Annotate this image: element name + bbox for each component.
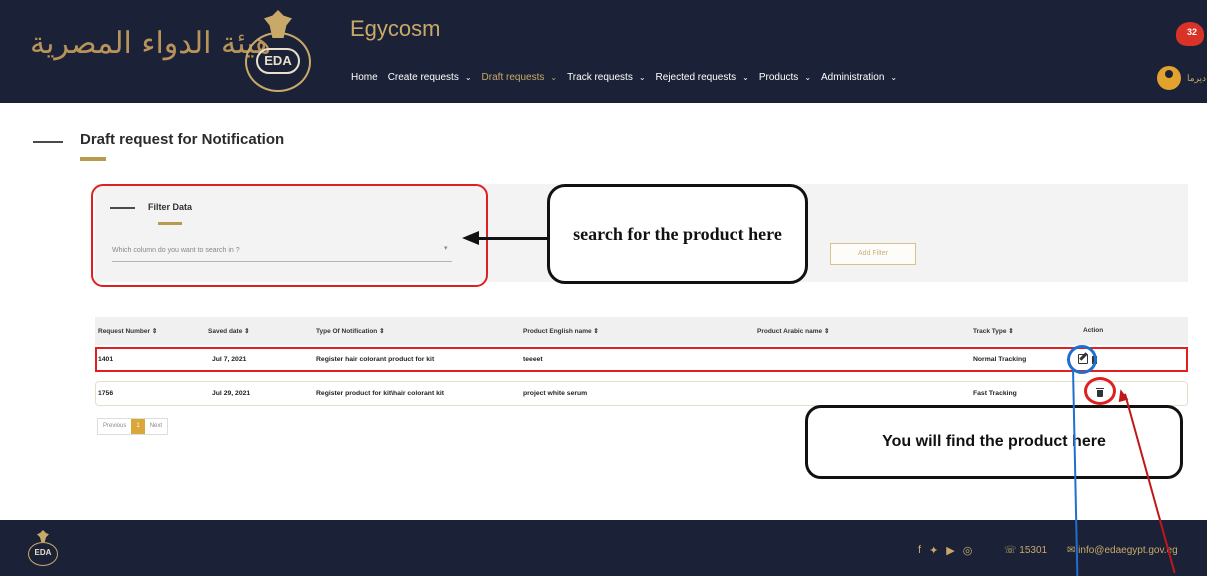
twitter-icon[interactable]: ✦	[929, 544, 938, 557]
nav-track-requests[interactable]: Track requests ⌄	[567, 72, 645, 83]
nav-rejected-requests-label: Rejected requests	[655, 72, 737, 83]
column-product-english-name[interactable]: Product English name ⇕	[523, 327, 599, 335]
cell-saved-date: Jul 29, 2021	[212, 390, 251, 397]
cell-track-type: Normal Tracking	[973, 356, 1027, 363]
nav-home-label: Home	[351, 72, 378, 83]
search-callout: search for the product here	[547, 184, 808, 284]
chevron-down-icon: ⌄	[638, 73, 646, 82]
next-page-button[interactable]: Next	[145, 419, 167, 434]
footer-phone[interactable]: ☏ 15301	[1004, 545, 1047, 556]
nav-home[interactable]: Home	[351, 72, 378, 83]
table-header	[95, 317, 1188, 345]
cell-track-type: Fast Tracking	[973, 390, 1017, 397]
column-saved-date[interactable]: Saved date ⇕	[208, 327, 250, 335]
chevron-down-icon: ⌄	[742, 73, 749, 82]
column-request-number[interactable]: Request Number ⇕	[98, 327, 157, 335]
instagram-icon[interactable]: ◎	[963, 544, 973, 557]
nav-products[interactable]: Products ⌄	[759, 72, 811, 83]
notification-count-badge[interactable]: 32	[1183, 24, 1201, 40]
find-callout: You will find the product here	[805, 405, 1183, 479]
cell-product-english-name: project white serum	[523, 390, 588, 397]
eda-arabic-logo[interactable]: هيئة الدواء المصرية	[30, 26, 271, 61]
chevron-down-icon: ⌄	[464, 73, 472, 82]
nav-administration-label: Administration	[821, 72, 885, 83]
cell-request-number: 1401	[98, 356, 114, 363]
app-title: Egycosm	[350, 16, 441, 41]
footer-logo-text: EDA	[28, 542, 58, 566]
main-nav: Home Create requests ⌄ Draft requests ⌄ Tr…	[351, 72, 897, 83]
user-avatar-icon[interactable]	[1157, 66, 1181, 90]
eda-emblem-logo[interactable]: EDA	[240, 10, 315, 95]
nav-draft-requests-label: Draft requests	[481, 72, 545, 83]
nav-draft-requests[interactable]: Draft requests ⌄	[482, 72, 558, 83]
column-product-arabic-name[interactable]: Product Arabic name ⇕	[757, 327, 829, 335]
nav-administration[interactable]: Administration ⌄	[821, 72, 897, 83]
title-accent-bar	[80, 157, 106, 161]
chevron-down-icon: ⌄	[890, 73, 898, 82]
cell-saved-date: Jul 7, 2021	[212, 356, 247, 363]
callout-arrow-shaft	[478, 237, 548, 240]
column-action: Action	[1083, 327, 1104, 334]
eagle-icon	[37, 530, 49, 542]
facebook-icon[interactable]: f	[918, 544, 921, 557]
add-filter-button[interactable]: Add Filter	[830, 243, 916, 265]
nav-track-requests-label: Track requests	[567, 72, 633, 83]
nav-rejected-requests[interactable]: Rejected requests ⌄	[656, 72, 749, 83]
chevron-down-icon: ⌄	[804, 73, 812, 82]
page-title: Draft request for Notification	[80, 131, 285, 148]
title-divider	[33, 141, 63, 143]
social-links: f ✦ ▶ ◎	[918, 544, 972, 557]
nav-products-label: Products	[758, 72, 799, 83]
cell-product-english-name: teeeet	[523, 356, 543, 363]
emblem-text: EDA	[256, 48, 300, 74]
user-name-menu[interactable]: ديرما	[1187, 73, 1206, 84]
column-track-type[interactable]: Track Type ⇕	[973, 327, 1014, 335]
nav-create-requests[interactable]: Create requests ⌄	[388, 72, 472, 83]
footer-email-address: info@edaegypt.gov.eg	[1078, 545, 1178, 556]
previous-page-button[interactable]: Previous	[98, 419, 131, 434]
pagination: Previous 1 Next	[97, 418, 169, 435]
youtube-icon[interactable]: ▶	[946, 544, 954, 557]
footer-email[interactable]: ✉ info@edaegypt.gov.eg	[1067, 545, 1178, 556]
arrow-left-icon	[462, 231, 479, 245]
table-row[interactable]	[95, 381, 1188, 406]
filter-highlight-box	[91, 184, 488, 287]
footer-eda-logo[interactable]: EDA	[28, 530, 58, 568]
cell-type-of-notification: Register hair colorant product for kit	[316, 356, 435, 363]
cell-type-of-notification: Register product for kit\hair colorant k…	[316, 390, 445, 397]
cell-request-number: 1756	[98, 390, 114, 397]
phone-icon: ☏	[1004, 545, 1020, 556]
page-button-current[interactable]: 1	[131, 419, 145, 434]
chevron-down-icon: ⌄	[550, 73, 558, 82]
delete-highlight-circle	[1084, 377, 1116, 405]
footer-phone-number: 15301	[1019, 545, 1048, 556]
column-type-of-notification[interactable]: Type Of Notification ⇕	[316, 327, 385, 335]
nav-create-requests-label: Create requests	[387, 72, 459, 83]
